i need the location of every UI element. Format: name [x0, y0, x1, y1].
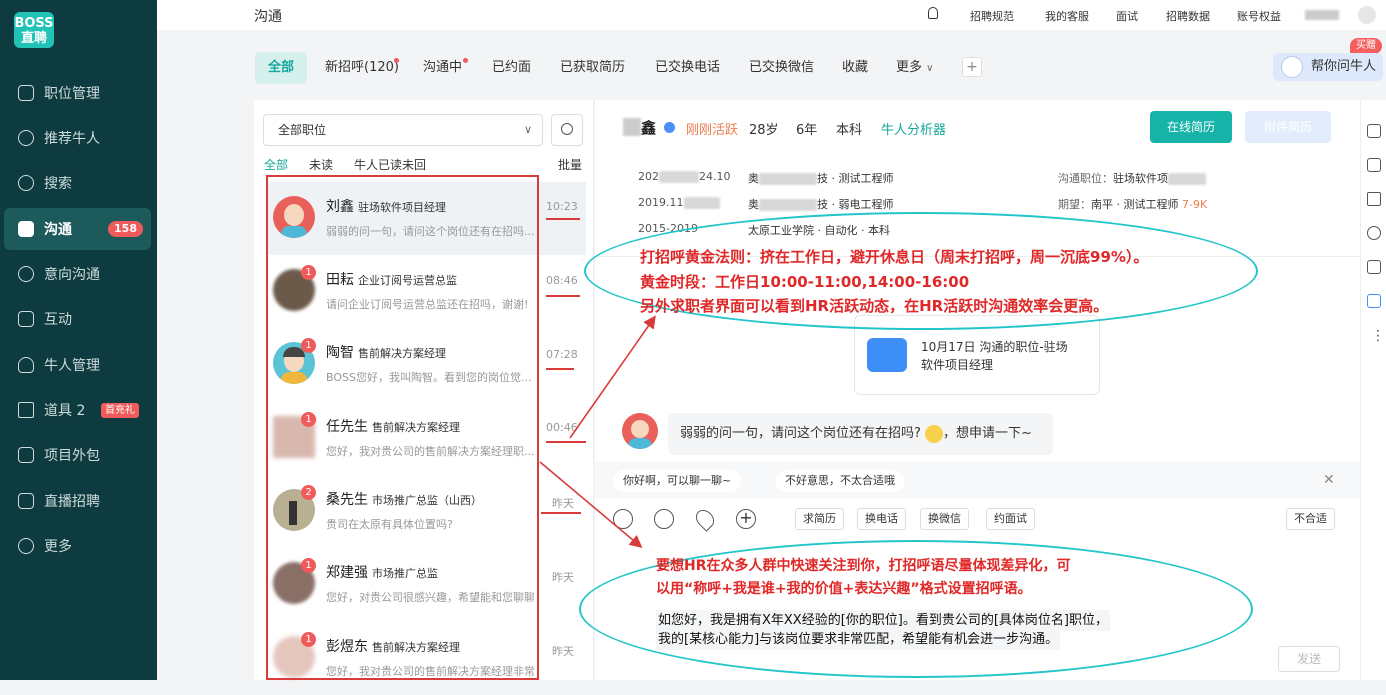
annotation-arrows: [539, 315, 656, 549]
annotation-arrow-up: [569, 315, 656, 439]
annotation-arrow-down: [539, 461, 643, 549]
